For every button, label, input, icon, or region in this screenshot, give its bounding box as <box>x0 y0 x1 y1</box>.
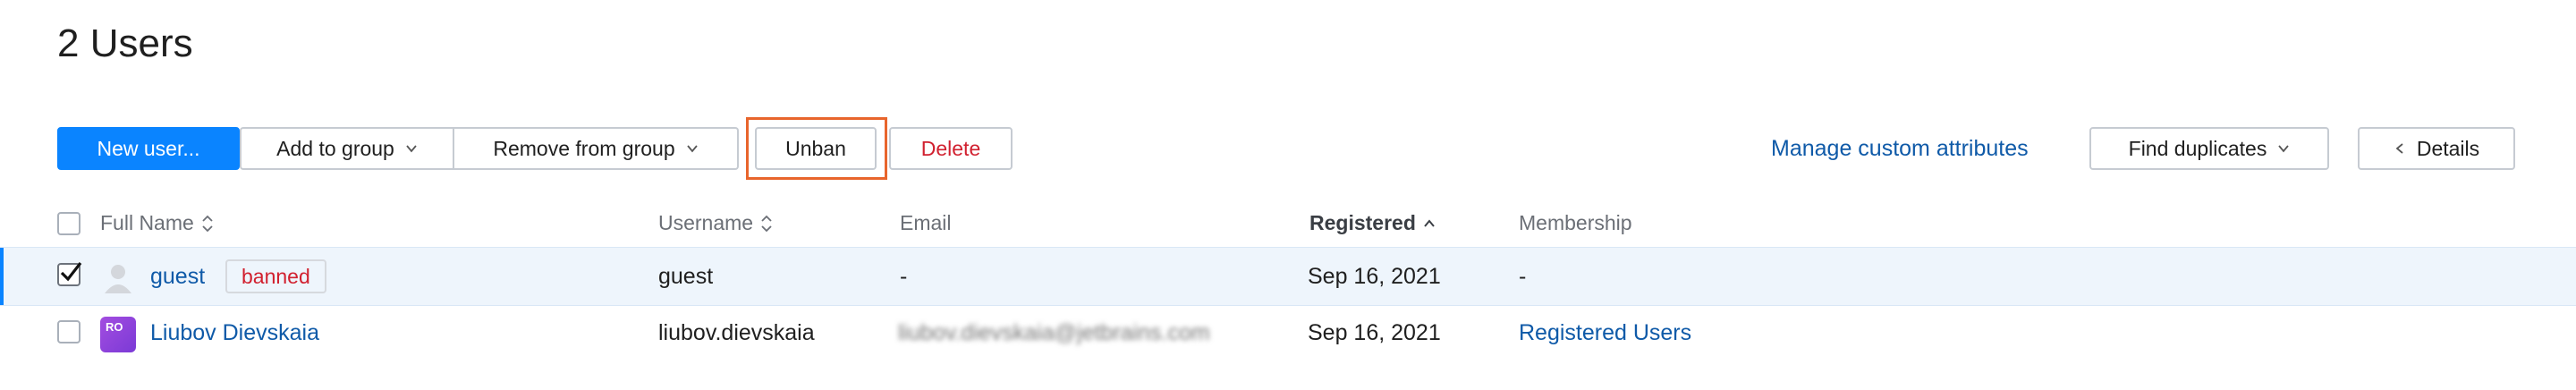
sort-icon <box>202 215 213 232</box>
user-full-name-link[interactable]: Liubov Dievskaia <box>150 320 319 346</box>
select-all-checkbox[interactable] <box>57 212 80 235</box>
sort-ascending-icon <box>1424 218 1435 227</box>
page-title: 2 Users <box>57 21 193 65</box>
find-duplicates-button[interactable]: Find duplicates <box>2089 127 2329 170</box>
membership-cell: - <box>1519 264 1527 289</box>
column-header-membership[interactable]: Membership <box>1519 211 1632 235</box>
chevron-down-icon <box>686 145 698 153</box>
email-cell: liubov.dievskaia@jetbrains.com <box>898 320 1210 345</box>
checkmark-icon <box>60 262 82 282</box>
chevron-down-icon <box>2278 145 2290 153</box>
user-full-name-link[interactable]: guest <box>150 264 205 290</box>
column-header-full-name[interactable]: Full Name <box>100 211 214 235</box>
unban-button[interactable]: Unban <box>755 127 877 170</box>
membership-link[interactable]: Registered Users <box>1519 320 1691 346</box>
new-user-button[interactable]: New user... <box>57 127 240 170</box>
user-avatar-placeholder-icon <box>105 265 131 293</box>
sort-icon <box>761 215 772 232</box>
column-header-registered[interactable]: Registered <box>1309 211 1436 235</box>
unban-label: Unban <box>785 136 846 160</box>
registered-cell: Sep 16, 2021 <box>1308 264 1441 289</box>
add-to-group-button[interactable]: Add to group <box>240 127 454 170</box>
avatar: RO <box>100 317 136 352</box>
username-cell: liubov.dievskaia <box>658 320 815 345</box>
full-name-header-label: Full Name <box>100 211 194 234</box>
manage-custom-attributes-link[interactable]: Manage custom attributes <box>1771 136 2029 162</box>
delete-label: Delete <box>920 136 981 160</box>
add-to-group-label: Add to group <box>276 136 394 160</box>
email-cell: - <box>900 264 908 289</box>
row-checkbox[interactable] <box>57 320 80 343</box>
find-duplicates-label: Find duplicates <box>2128 136 2267 160</box>
column-header-username[interactable]: Username <box>658 211 773 235</box>
remove-from-group-button[interactable]: Remove from group <box>454 127 739 170</box>
remove-from-group-label: Remove from group <box>493 136 675 160</box>
registered-header-label: Registered <box>1309 211 1416 234</box>
table-row[interactable] <box>0 304 2576 361</box>
new-user-label: New user... <box>97 136 200 160</box>
email-header-label: Email <box>900 211 952 234</box>
registered-cell: Sep 16, 2021 <box>1308 320 1441 345</box>
details-button[interactable]: Details <box>2358 127 2515 170</box>
status-badge: banned <box>225 259 326 293</box>
chevron-left-icon <box>2395 143 2403 154</box>
selected-row-indicator <box>0 248 4 305</box>
username-header-label: Username <box>658 211 754 234</box>
username-cell: guest <box>658 264 714 289</box>
avatar-initials: RO <box>106 320 123 334</box>
table-row[interactable] <box>0 247 2576 306</box>
column-header-email[interactable]: Email <box>900 211 952 235</box>
chevron-down-icon <box>406 145 417 153</box>
delete-button[interactable]: Delete <box>889 127 1013 170</box>
details-label: Details <box>2416 136 2480 160</box>
membership-header-label: Membership <box>1519 211 1632 234</box>
row-checkbox[interactable] <box>57 262 82 286</box>
